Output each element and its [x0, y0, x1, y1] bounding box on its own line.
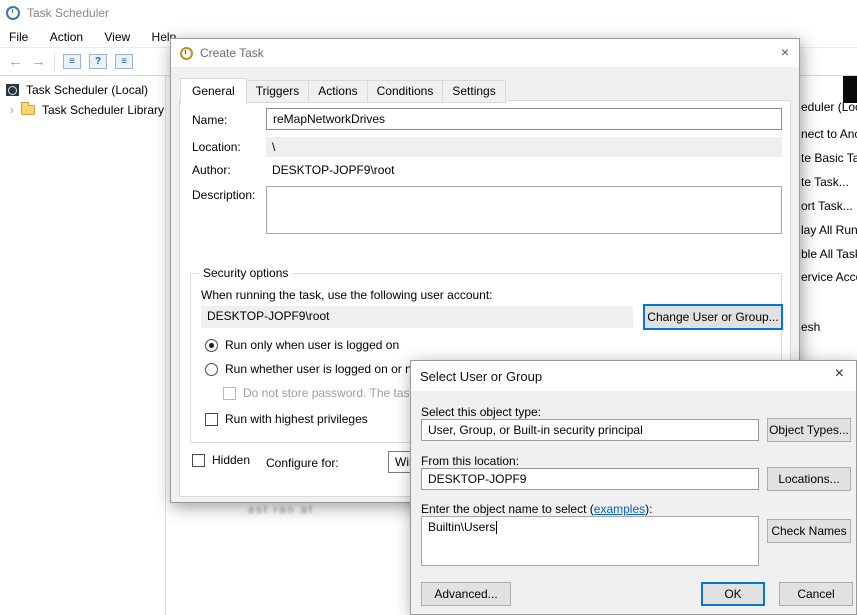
- author-value: DESKTOP-JOPF9\root: [272, 163, 394, 177]
- actions-pane-item-fragment[interactable]: nect to Anc: [801, 127, 857, 141]
- change-user-button[interactable]: Change User or Group...: [643, 304, 783, 330]
- select-user-titlebar: Select User or Group: [411, 361, 856, 391]
- main-window-title: Task Scheduler: [27, 6, 109, 20]
- task-scheduler-app-icon: [6, 6, 20, 20]
- hidden-label: Hidden: [212, 453, 250, 467]
- actions-pane-icon: [843, 76, 857, 103]
- examples-link[interactable]: examples: [594, 502, 645, 516]
- locations-button[interactable]: Locations...: [767, 467, 851, 491]
- radio-selected-icon[interactable]: [205, 339, 218, 352]
- tree-item-task-scheduler-library[interactable]: › Task Scheduler Library: [10, 103, 164, 117]
- object-name-label-suffix: ):: [645, 502, 652, 516]
- radio-icon[interactable]: [205, 363, 218, 376]
- create-task-close-button[interactable]: ×: [781, 44, 789, 60]
- object-name-label-prefix: Enter the object name to select (: [421, 502, 594, 516]
- cancel-button[interactable]: Cancel: [779, 582, 853, 606]
- location-label: Location:: [192, 140, 241, 154]
- actions-pane-header-fragment[interactable]: eduler (Loc: [801, 100, 857, 114]
- menu-action[interactable]: Action: [41, 26, 92, 48]
- object-type-label: Select this object type:: [421, 405, 541, 419]
- configure-for-label: Configure for:: [266, 456, 339, 470]
- actions-pane-item-fragment[interactable]: ble All Tasks: [801, 247, 857, 261]
- back-arrow-icon[interactable]: ←: [8, 54, 23, 69]
- actions-pane-item-fragment[interactable]: lay All Runn: [801, 223, 857, 237]
- author-label: Author:: [192, 163, 231, 177]
- location-value: \: [266, 137, 782, 157]
- from-location-label: From this location:: [421, 454, 519, 468]
- checkbox-icon[interactable]: [192, 454, 205, 467]
- checkbox-label: Run with highest privileges: [225, 412, 368, 426]
- panel-icon[interactable]: ≡: [115, 54, 133, 69]
- description-input[interactable]: [266, 186, 782, 234]
- tab-general[interactable]: General: [180, 78, 247, 104]
- checkbox-hidden[interactable]: Hidden: [192, 453, 250, 467]
- menu-view[interactable]: View: [95, 26, 139, 48]
- checkbox-label: Do not store password. The task: [243, 386, 416, 400]
- actions-pane-item-fragment[interactable]: te Basic Ta: [801, 151, 857, 165]
- radio-label: Run whether user is logged on or no: [225, 362, 418, 376]
- radio-run-logged-on[interactable]: Run only when user is logged on: [205, 338, 399, 352]
- radio-label: Run only when user is logged on: [225, 338, 399, 352]
- actions-pane-item-fragment[interactable]: ervice Acco: [801, 270, 857, 284]
- chevron-right-icon[interactable]: ›: [10, 103, 14, 117]
- actions-pane-item-fragment[interactable]: esh: [801, 320, 820, 334]
- tab-triggers[interactable]: Triggers: [246, 80, 310, 103]
- actions-pane-item-fragment[interactable]: ort Task...: [801, 199, 853, 213]
- main-titlebar: Task Scheduler: [0, 0, 857, 26]
- menu-file[interactable]: File: [0, 26, 37, 48]
- radio-run-whether[interactable]: Run whether user is logged on or no: [205, 362, 418, 376]
- from-location-value: DESKTOP-JOPF9: [421, 468, 759, 490]
- actions-pane-item-fragment[interactable]: te Task...: [801, 175, 849, 189]
- description-label: Description:: [192, 188, 255, 202]
- create-task-titlebar: Create Task: [171, 39, 799, 67]
- checkbox-highest-privileges[interactable]: Run with highest privileges: [205, 412, 368, 426]
- object-name-value: Builtin\Users: [428, 520, 495, 534]
- checkbox-no-password: Do not store password. The task: [223, 386, 416, 400]
- object-name-input[interactable]: Builtin\Users: [421, 516, 759, 566]
- folder-icon: [21, 105, 35, 115]
- checkbox-disabled-icon: [223, 387, 236, 400]
- checkbox-icon[interactable]: [205, 413, 218, 426]
- help-icon[interactable]: ?: [89, 54, 107, 69]
- forward-arrow-icon[interactable]: →: [31, 54, 46, 69]
- select-user-title: Select User or Group: [420, 369, 542, 384]
- check-names-button[interactable]: Check Names: [767, 519, 851, 543]
- create-task-icon: [180, 47, 193, 60]
- security-options-legend: Security options: [199, 266, 292, 280]
- object-types-button[interactable]: Object Types...: [767, 418, 851, 442]
- tree-item-task-scheduler-local[interactable]: Task Scheduler (Local): [6, 83, 148, 97]
- account-hint-text: When running the task, use the following…: [201, 288, 493, 302]
- tree-item-label: Task Scheduler (Local): [26, 83, 148, 97]
- computer-icon: [6, 84, 19, 96]
- object-name-label: Enter the object name to select (example…: [421, 502, 652, 516]
- select-user-group-dialog: Select User or Group × Select this objec…: [410, 360, 857, 615]
- select-user-close-button[interactable]: ×: [835, 366, 844, 382]
- tree-item-label: Task Scheduler Library: [42, 103, 164, 117]
- name-label: Name:: [192, 113, 227, 127]
- console-tree-icon[interactable]: ≡: [63, 54, 81, 69]
- tab-actions[interactable]: Actions: [308, 80, 367, 103]
- name-input[interactable]: reMapNetworkDrives: [266, 108, 782, 130]
- advanced-button[interactable]: Advanced...: [421, 582, 511, 606]
- object-type-value: User, Group, or Built-in security princi…: [421, 419, 759, 441]
- background-text-fragment: ast ran at: [248, 504, 314, 516]
- tree-panel-divider: [165, 76, 166, 615]
- tab-settings[interactable]: Settings: [442, 80, 505, 103]
- account-value: DESKTOP-JOPF9\root: [201, 306, 633, 328]
- ok-button[interactable]: OK: [701, 582, 765, 606]
- tab-conditions[interactable]: Conditions: [367, 80, 444, 103]
- create-task-title: Create Task: [200, 46, 264, 60]
- toolbar-separator: [54, 53, 55, 71]
- create-task-tab-strip: General Triggers Actions Conditions Sett…: [180, 78, 505, 103]
- text-caret: [496, 521, 497, 534]
